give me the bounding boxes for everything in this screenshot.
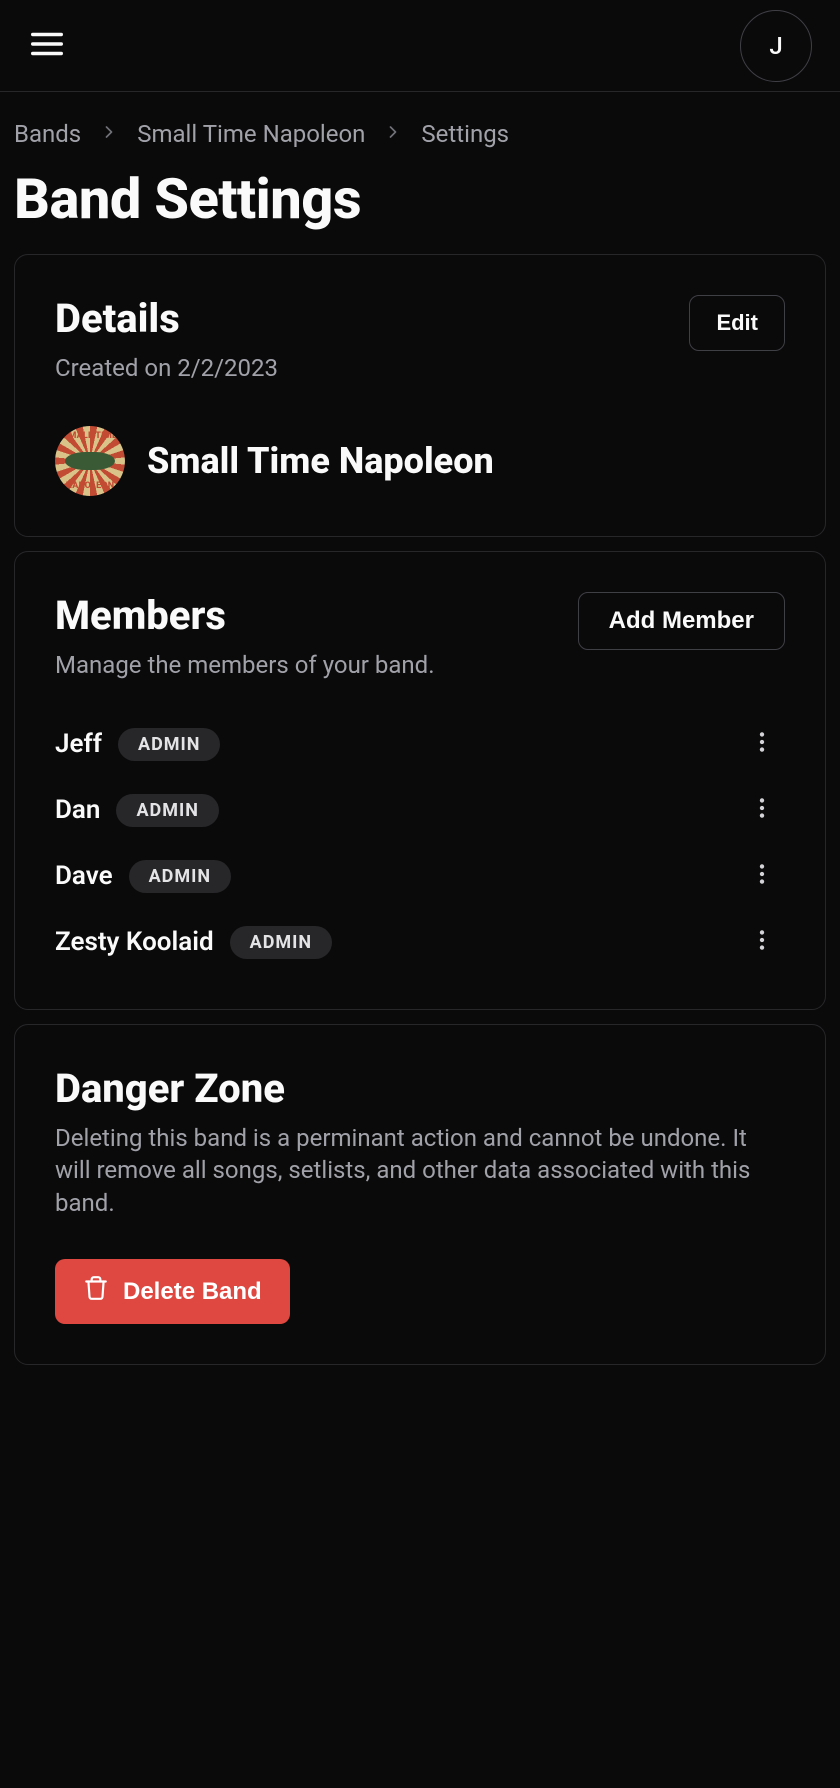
member-actions-button[interactable] [739, 855, 785, 897]
more-vertical-icon [749, 740, 775, 759]
member-name: Dave [55, 861, 113, 891]
member-actions-button[interactable] [739, 921, 785, 963]
member-name: Zesty Koolaid [55, 927, 214, 957]
member-actions-button[interactable] [739, 723, 785, 765]
breadcrumb-band-name[interactable]: Small Time Napoleon [137, 120, 365, 148]
member-name: Dan [55, 795, 100, 825]
add-member-button[interactable]: Add Member [578, 592, 785, 650]
user-avatar-initial: J [769, 32, 782, 60]
chevron-right-icon [99, 120, 119, 148]
delete-band-button[interactable]: Delete Band [55, 1259, 290, 1324]
danger-title: Danger Zone [55, 1065, 785, 1112]
breadcrumb: Bands Small Time Napoleon Settings [14, 106, 826, 156]
page-title: Band Settings [14, 166, 826, 232]
band-avatar: SMALL TIME NAPOLEON [55, 426, 125, 496]
hamburger-icon [28, 25, 66, 67]
members-list: Jeff ADMIN Dan ADMIN Dave ADMIN Zesty Koolaid A… [55, 717, 785, 969]
topbar: J [0, 0, 840, 92]
members-subtitle: Manage the members of your band. [55, 651, 435, 679]
member-name: Jeff [55, 729, 102, 759]
more-vertical-icon [749, 806, 775, 825]
band-name: Small Time Napoleon [147, 440, 494, 482]
chevron-right-icon [383, 120, 403, 148]
role-badge: ADMIN [230, 926, 333, 959]
role-badge: ADMIN [118, 728, 221, 761]
details-card: Details Created on 2/2/2023 Edit SMALL T… [14, 254, 826, 537]
details-title: Details [55, 295, 278, 342]
delete-band-label: Delete Band [123, 1278, 262, 1306]
members-title: Members [55, 592, 435, 639]
more-vertical-icon [749, 938, 775, 957]
member-row: Zesty Koolaid ADMIN [55, 915, 785, 969]
member-row: Jeff ADMIN [55, 717, 785, 771]
member-row: Dave ADMIN [55, 849, 785, 903]
edit-button[interactable]: Edit [689, 295, 785, 351]
menu-button[interactable] [28, 25, 66, 67]
role-badge: ADMIN [116, 794, 219, 827]
role-badge: ADMIN [129, 860, 232, 893]
details-created: Created on 2/2/2023 [55, 354, 278, 382]
trash-icon [83, 1275, 109, 1308]
danger-description: Deleting this band is a perminant action… [55, 1122, 785, 1219]
user-avatar[interactable]: J [740, 10, 812, 82]
members-card: Members Manage the members of your band.… [14, 551, 826, 1010]
danger-card: Danger Zone Deleting this band is a perm… [14, 1024, 826, 1365]
member-actions-button[interactable] [739, 789, 785, 831]
more-vertical-icon [749, 872, 775, 891]
breadcrumb-bands[interactable]: Bands [14, 120, 81, 148]
member-row: Dan ADMIN [55, 783, 785, 837]
breadcrumb-current: Settings [421, 120, 509, 148]
